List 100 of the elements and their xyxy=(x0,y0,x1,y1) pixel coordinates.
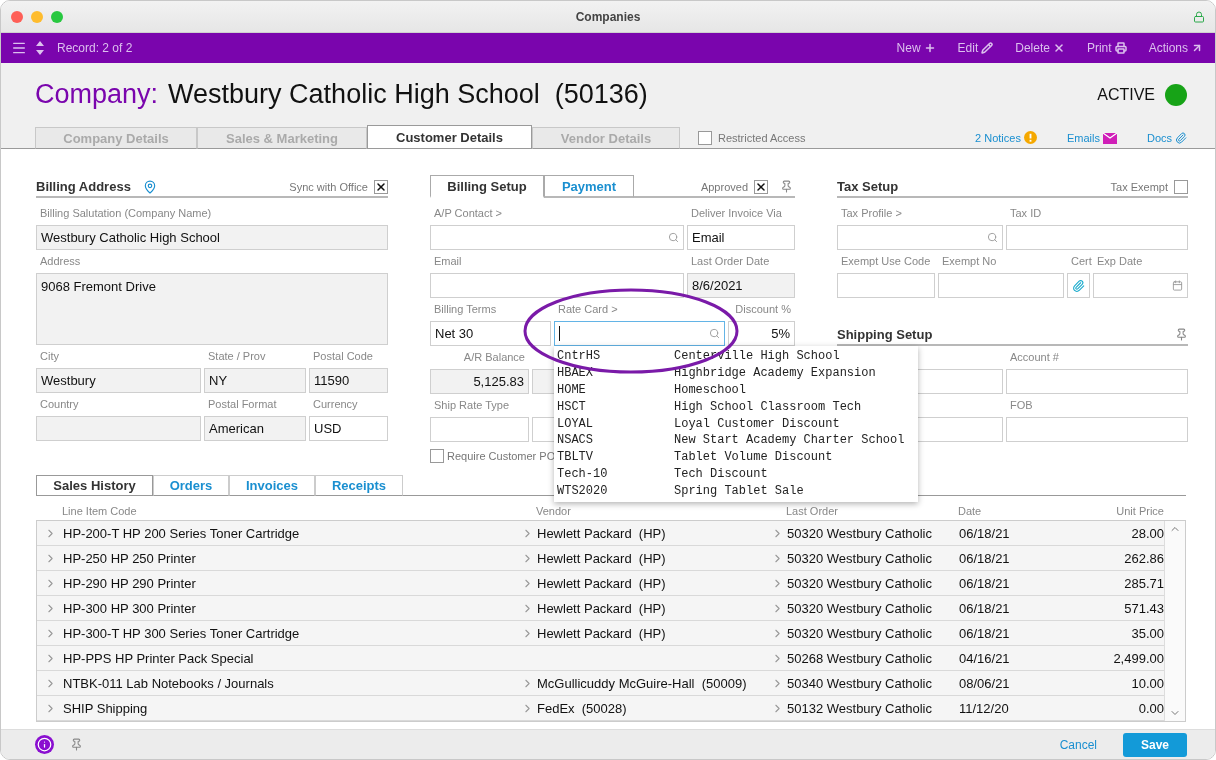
minimize-control[interactable] xyxy=(31,10,43,23)
close-control[interactable] xyxy=(11,10,23,23)
column-header: Date xyxy=(958,505,983,517)
toolbar-button[interactable]: Edit xyxy=(943,41,994,55)
field-label: Postal Format xyxy=(207,398,278,411)
table-row[interactable]: SHIP Shipping FedEx (50028) 50132 Westbury Catholic 11/12/20 0.00 xyxy=(37,696,1164,721)
input-field[interactable] xyxy=(430,417,529,442)
table-row[interactable]: HP-200-T HP 200 Series Toner Cartridge Hewlett Packard (HP) 50320 Westbury Catholic 06/18/21 28.00 xyxy=(37,521,1164,546)
input-field[interactable] xyxy=(837,273,935,298)
table-cell-text: 10.00 xyxy=(1130,675,1164,691)
date-field[interactable] xyxy=(1093,273,1188,298)
checkbox[interactable] xyxy=(698,131,712,145)
toolbar-button[interactable]: New xyxy=(882,41,936,55)
input-field[interactable]: Net 30 xyxy=(430,321,551,346)
tab[interactable]: Sales History xyxy=(36,475,153,496)
address-field[interactable]: 9068 Fremont Drive xyxy=(36,273,388,345)
map-pin-icon[interactable] xyxy=(142,179,157,194)
input-field[interactable]: 8/6/2021 xyxy=(687,273,795,298)
field-label: Last Order Date xyxy=(690,255,771,268)
table-cell-text: NTBK-011 Lab Notebooks / Journals xyxy=(63,675,275,691)
input-field[interactable] xyxy=(1006,225,1188,250)
table-row[interactable]: HP-300-T HP 300 Series Toner Cartridge Hewlett Packard (HP) 50320 Westbury Catholic 06/18/21 35.00 xyxy=(37,621,1164,646)
dropdown-option[interactable]: HSCT High School Classroom Tech xyxy=(557,398,918,416)
table-cell-text: HP-300 HP 300 Printer xyxy=(63,600,197,616)
search-field[interactable] xyxy=(554,321,725,346)
table-cell-text: Hewlett Packard (HP) xyxy=(537,550,667,566)
column-header: Line Item Code xyxy=(62,505,138,517)
checkbox[interactable] xyxy=(754,179,768,194)
toolbar-button[interactable]: Actions xyxy=(1134,41,1203,55)
table-cell-text: 06/18/21 xyxy=(959,625,1011,641)
table-cell-text: 35.00 xyxy=(1130,625,1164,641)
table-row[interactable]: HP-250 HP 250 Printer Hewlett Packard (HP) 50320 Westbury Catholic 06/18/21 262.86 xyxy=(37,546,1164,571)
dropdown-option[interactable]: NSACS New Start Academy Charter School xyxy=(557,432,918,449)
input-field[interactable] xyxy=(938,273,1064,298)
input-field[interactable]: American xyxy=(204,416,306,441)
checkbox-label: Tax Exempt xyxy=(1110,180,1168,193)
arrow-icon xyxy=(1191,42,1203,54)
field-label: Exp Date xyxy=(1096,255,1144,268)
dropdown-option[interactable]: LOYAL Loyal Customer Discount xyxy=(557,415,918,432)
dropdown-option[interactable]: HOME Homeschool xyxy=(557,381,918,399)
input-field[interactable] xyxy=(36,416,201,441)
input-field[interactable]: 11590 xyxy=(309,368,388,393)
table-cell-text: 06/18/21 xyxy=(959,525,1011,541)
tab[interactable]: Payment xyxy=(544,175,634,198)
scrollbar[interactable] xyxy=(1164,521,1185,721)
table-row[interactable]: NTBK-011 Lab Notebooks / Journals McGullicuddy McGuire-Hall (50009) 50340 Westbury Catholic 08/06/21 10.00 xyxy=(37,671,1164,696)
tab[interactable]: Invoices xyxy=(229,475,315,496)
input-field[interactable] xyxy=(1006,369,1188,394)
toolbar-button[interactable]: Delete xyxy=(1001,41,1065,55)
search-field[interactable] xyxy=(430,225,684,250)
record-counter: Record: 2 of 2 xyxy=(57,41,133,55)
table-cell-text: 50320 Westbury Catholic xyxy=(787,575,933,591)
input-field[interactable]: Westbury xyxy=(36,368,201,393)
checkbox[interactable] xyxy=(1174,179,1188,194)
table-row[interactable]: HP-300 HP 300 Printer Hewlett Packard (HP) 50320 Westbury Catholic 06/18/21 571.43 xyxy=(37,596,1164,621)
dropdown-option[interactable]: Tech-10 Tech Discount xyxy=(557,465,918,483)
input-field[interactable]: USD xyxy=(309,416,388,441)
input-field[interactable]: 5,125.83 xyxy=(430,369,529,394)
table-row[interactable]: HP-PPS HP Printer Pack Special 50268 Westbury Catholic 04/16/21 2,499.00 xyxy=(37,646,1164,671)
pin-icon[interactable] xyxy=(1175,328,1188,341)
input-field[interactable]: Email xyxy=(687,225,795,250)
close-icon xyxy=(1052,42,1065,54)
toolbar-button[interactable]: Print xyxy=(1072,41,1127,55)
attachment-field[interactable] xyxy=(1067,273,1090,298)
table-cell-text: HP-250 HP 250 Printer xyxy=(63,550,197,566)
input-field[interactable] xyxy=(430,273,684,298)
checkbox-label: Sync with Office xyxy=(289,180,368,193)
table-cell-text: 06/18/21 xyxy=(959,600,1011,616)
search-field[interactable] xyxy=(837,225,1003,250)
dropdown-option[interactable]: TBLTV Tablet Volume Discount xyxy=(557,448,918,466)
table-cell-text: 11/12/20 xyxy=(959,700,1010,716)
field-label: City xyxy=(39,350,60,363)
up-down-icon[interactable] xyxy=(35,40,45,56)
checkbox[interactable] xyxy=(430,449,444,463)
checkbox[interactable] xyxy=(374,179,388,194)
zoom-control[interactable] xyxy=(51,10,63,23)
table-cell-text: 50320 Westbury Catholic xyxy=(787,600,933,616)
menu-icon[interactable] xyxy=(11,40,27,56)
pin-icon[interactable] xyxy=(780,180,793,193)
table-cell-text: 50132 Westbury Catholic xyxy=(787,700,933,716)
field-label: FOB xyxy=(1009,399,1034,412)
field-label: A/R Balance xyxy=(462,351,526,364)
column-header: Vendor xyxy=(536,505,572,517)
table-row[interactable]: HP-290 HP 290 Printer Hewlett Packard (HP) 50320 Westbury Catholic 06/18/21 285.71 xyxy=(37,571,1164,596)
table-cell-text: 50268 Westbury Catholic xyxy=(787,650,933,666)
tab[interactable]: Orders xyxy=(153,475,229,496)
input-field[interactable]: 5% xyxy=(728,321,795,346)
input-field[interactable]: NY xyxy=(204,368,306,393)
field-label: Discount % xyxy=(734,303,792,316)
info-icon[interactable] xyxy=(35,735,54,754)
table-cell-text: SHIP Shipping xyxy=(63,700,149,716)
field-label: Account # xyxy=(1009,351,1060,364)
table-cell-text: 50320 Westbury Catholic xyxy=(787,525,933,541)
dropdown-option[interactable]: WTS2020 Spring Tablet Sale xyxy=(557,482,918,500)
input-field[interactable] xyxy=(1006,417,1188,442)
tab[interactable]: Customer Details xyxy=(367,125,532,149)
input-field[interactable]: Westbury Catholic High School xyxy=(36,225,388,250)
pin-icon[interactable] xyxy=(70,738,83,751)
tab[interactable]: Receipts xyxy=(315,475,403,496)
tab[interactable]: Billing Setup xyxy=(430,175,544,198)
